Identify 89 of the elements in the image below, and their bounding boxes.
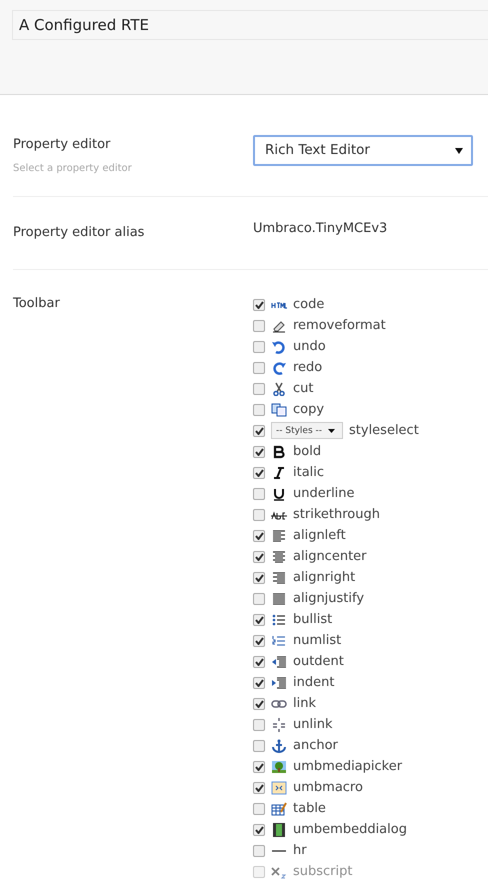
outdent-icon — [271, 654, 287, 668]
italic-icon — [271, 466, 287, 480]
checkbox[interactable] — [253, 424, 265, 436]
align-right-icon — [271, 570, 287, 584]
checkbox[interactable] — [253, 298, 265, 310]
checkbox[interactable] — [253, 614, 265, 626]
toolbar-option-label: unlink — [293, 716, 332, 732]
toolbar-option-label: table — [293, 800, 326, 816]
checkbox[interactable] — [253, 320, 265, 332]
checkbox[interactable] — [253, 782, 265, 794]
name-field[interactable]: A Configured RTE — [12, 10, 488, 40]
checkbox[interactable] — [253, 592, 265, 604]
checkbox[interactable] — [253, 656, 265, 668]
toolbar-option-label: code — [293, 296, 324, 312]
toolbar-option-label: removeformat — [293, 318, 386, 334]
toolbar-option-label: numlist — [293, 632, 342, 648]
toolbar-option-label: link — [293, 696, 316, 712]
toolbar-option-label: bullist — [293, 612, 332, 628]
alias-value: Umbraco.TinyMCEv3 — [253, 220, 388, 238]
toolbar-option-label: alignleft — [293, 528, 346, 544]
checkbox[interactable] — [253, 362, 265, 374]
checkbox[interactable] — [253, 530, 265, 542]
checkbox[interactable] — [253, 488, 265, 500]
toolbar-option-label: styleselect — [349, 422, 419, 438]
underline-icon — [271, 486, 287, 500]
checkbox[interactable] — [253, 866, 265, 878]
scissors-icon — [271, 382, 287, 396]
checkbox[interactable] — [253, 844, 265, 856]
tree-image-icon — [271, 760, 287, 774]
toolbar-option-label: redo — [293, 360, 322, 376]
align-justify-icon — [271, 592, 287, 606]
checkbox[interactable] — [253, 508, 265, 520]
checkbox[interactable] — [253, 404, 265, 416]
horizontal-rule-icon — [271, 850, 287, 852]
toolbar-option-label: underline — [293, 486, 355, 502]
table-icon — [271, 802, 287, 816]
checkbox[interactable] — [253, 676, 265, 688]
checkbox[interactable] — [253, 550, 265, 562]
toolbar-option-label: umbmacro — [293, 780, 363, 796]
toolbar-option-label: bold — [293, 444, 322, 460]
checkbox[interactable] — [253, 572, 265, 584]
toolbar-option-label: cut — [293, 380, 314, 396]
toolbar-option-label: strikethrough — [293, 506, 380, 522]
copy-icon — [271, 402, 287, 416]
bold-icon — [271, 444, 287, 458]
anchor-icon — [271, 738, 287, 752]
field-label: Property editor — [13, 136, 112, 154]
checkbox[interactable] — [253, 824, 265, 836]
field-label: Property editor alias — [13, 224, 146, 242]
caret-icon — [328, 428, 336, 432]
toolbar-option-label: umbmediapicker — [293, 758, 402, 774]
checkbox[interactable] — [253, 718, 265, 730]
checkbox[interactable] — [253, 340, 265, 352]
eraser-icon — [271, 318, 287, 332]
toolbar-option-label: alignjustify — [293, 590, 364, 606]
editor-select[interactable]: Rich Text Editor — [253, 135, 473, 166]
field-description: Select a property editor — [13, 162, 133, 176]
toolbar-option-label: undo — [293, 338, 326, 354]
macro-icon — [271, 780, 287, 794]
toolbar-option-label: subscript — [293, 864, 352, 880]
toolbar-option-label: italic — [293, 464, 324, 480]
checkbox[interactable] — [253, 740, 265, 752]
undo-icon — [271, 340, 287, 354]
toolbar-option-label: aligncenter — [293, 548, 367, 564]
checkbox[interactable] — [253, 760, 265, 772]
checkbox[interactable] — [253, 634, 265, 646]
toolbar-option-label: alignright — [293, 570, 356, 586]
align-left-icon — [271, 528, 287, 542]
checkbox[interactable] — [253, 466, 265, 478]
field-label: Toolbar — [13, 295, 61, 313]
align-center-icon — [271, 550, 287, 564]
toolbar-option-label: outdent — [293, 654, 344, 670]
indent-icon — [271, 676, 287, 690]
toolbar-option-label: indent — [293, 674, 334, 690]
toolbar-option-label: anchor — [293, 738, 338, 754]
styles-dropdown[interactable]: -- Styles -- — [271, 422, 343, 439]
checkbox[interactable] — [253, 446, 265, 458]
numbered-list-icon — [271, 634, 287, 648]
checkbox[interactable] — [253, 698, 265, 710]
bullet-list-icon — [271, 612, 287, 626]
subscript-icon — [271, 864, 287, 878]
toolbar-option-label: hr — [293, 842, 307, 858]
toolbar-option-label: copy — [293, 402, 324, 418]
checkbox[interactable] — [253, 802, 265, 814]
dropdown-arrow-icon — [455, 148, 463, 154]
redo-icon — [271, 360, 287, 374]
film-icon — [271, 822, 287, 836]
toolbar-option-label: umbembeddialog — [293, 822, 407, 838]
checkbox[interactable] — [253, 382, 265, 394]
